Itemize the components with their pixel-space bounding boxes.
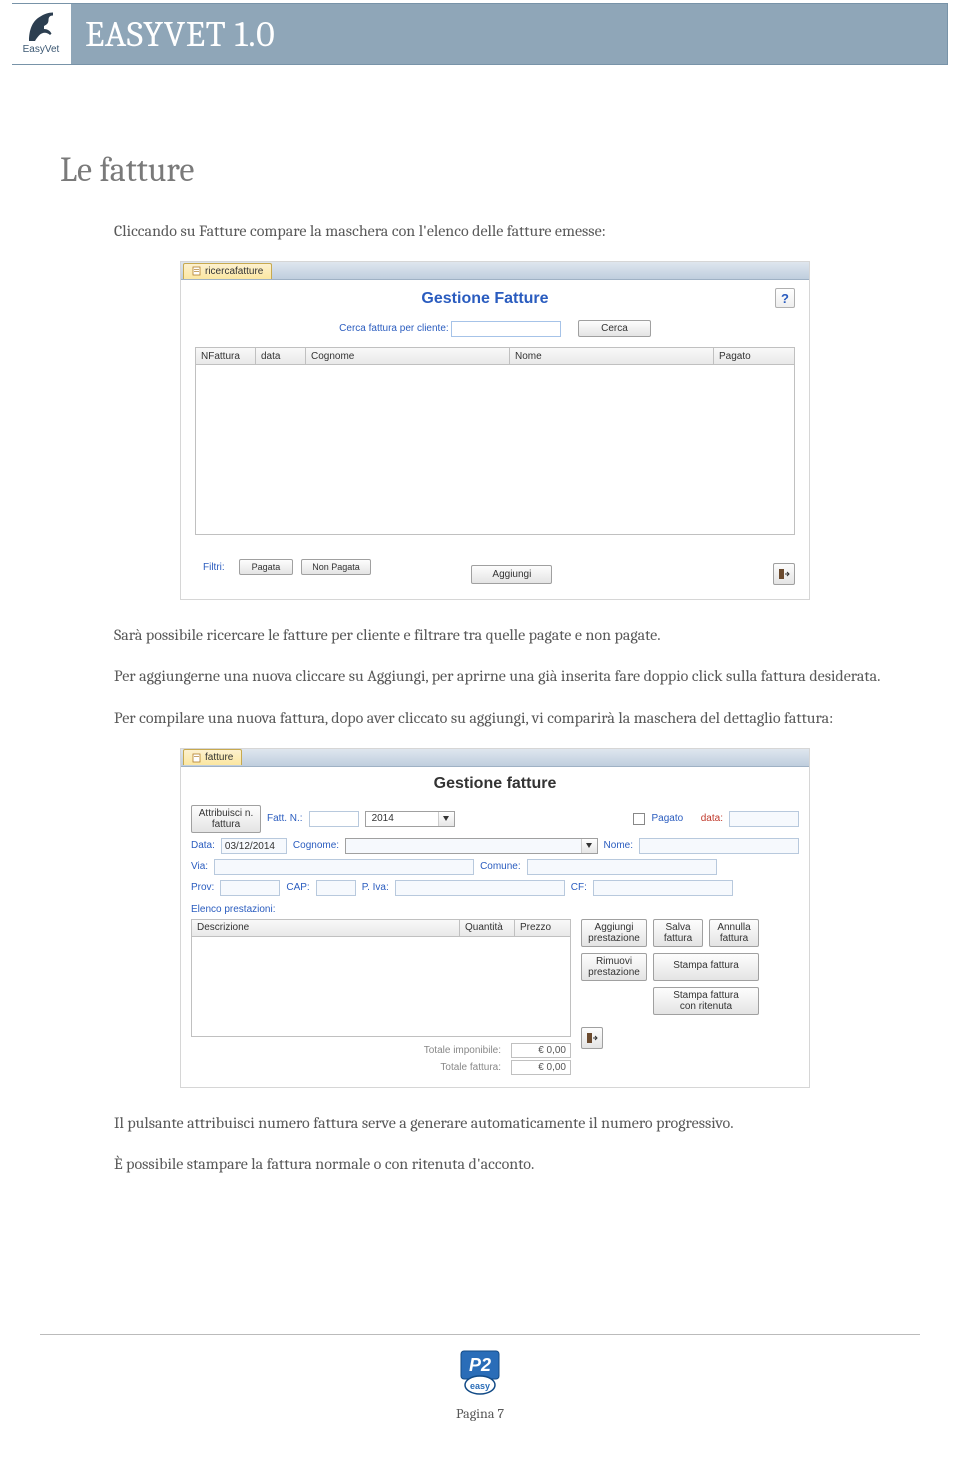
- cf-label: CF:: [571, 882, 587, 893]
- doc-icon: [192, 753, 202, 763]
- piva-label: P. Iva:: [362, 882, 389, 893]
- cerca-button[interactable]: Cerca: [578, 320, 651, 337]
- tot-imp-value: € 0,00: [511, 1043, 571, 1058]
- help-button[interactable]: ?: [775, 288, 795, 308]
- piva-input[interactable]: [395, 880, 565, 896]
- data-input[interactable]: 03/12/2014: [221, 838, 287, 854]
- screenshot-ricerca-fatture: ricercafatture ? Gestione Fatture Cerca …: [180, 261, 810, 600]
- svg-text:easy: easy: [470, 1381, 490, 1391]
- salva-fattura-button[interactable]: Salva fattura: [653, 919, 703, 947]
- fatt-n-input[interactable]: [309, 811, 359, 827]
- pagata-button[interactable]: Pagata: [239, 559, 294, 575]
- app-banner: EasyVet EASYVET 1.0: [12, 3, 948, 65]
- door-exit-icon: [777, 567, 791, 581]
- paragraph: Per aggiungerne una nuova cliccare su Ag…: [114, 665, 900, 688]
- aggiungi-button[interactable]: Aggiungi: [471, 565, 552, 584]
- question-icon: ?: [781, 291, 789, 306]
- window-tab[interactable]: ricercafatture: [183, 263, 272, 279]
- paragraph: Sarà possibile ricercare le fatture per …: [114, 624, 900, 647]
- col-data: data: [256, 348, 306, 364]
- pagato-checkbox[interactable]: [633, 813, 645, 825]
- attribuisci-button[interactable]: Attribuisci n. fattura: [191, 805, 261, 833]
- exit-button[interactable]: [773, 563, 795, 585]
- annulla-fattura-button[interactable]: Annulla fattura: [709, 919, 759, 947]
- mock-title: Gestione fatture: [191, 775, 799, 793]
- door-exit-icon: [585, 1031, 599, 1045]
- rimuovi-prest-button[interactable]: Rimuovi prestazione: [581, 953, 647, 981]
- p2easy-logo: P2 easy: [455, 1349, 505, 1397]
- cap-label: CAP:: [286, 882, 309, 893]
- col-nfattura: NFattura: [196, 348, 256, 364]
- col-nome: Nome: [510, 348, 714, 364]
- doc-icon: [192, 266, 202, 276]
- col-cognome: Cognome: [306, 348, 510, 364]
- col-quantita: Quantità: [460, 920, 515, 936]
- cf-input[interactable]: [593, 880, 733, 896]
- svg-text:P2: P2: [469, 1355, 491, 1375]
- page-footer: P2 easy Pagina 7: [40, 1334, 920, 1422]
- comune-label: Comune:: [480, 861, 521, 872]
- data-label: data:: [701, 813, 723, 824]
- prov-input[interactable]: [220, 880, 280, 896]
- mock-title: Gestione Fatture: [195, 290, 795, 308]
- year-select[interactable]: 2014: [365, 811, 455, 827]
- tot-fat-label: Totale fattura:: [440, 1062, 501, 1073]
- cognome-label: Cognome:: [293, 840, 339, 851]
- prov-label: Prov:: [191, 882, 214, 893]
- non-pagata-button[interactable]: Non Pagata: [301, 559, 371, 575]
- comune-input[interactable]: [527, 859, 717, 875]
- col-prezzo: Prezzo: [515, 920, 570, 936]
- tot-fat-value: € 0,00: [511, 1060, 571, 1075]
- via-input[interactable]: [214, 859, 474, 875]
- via-label: Via:: [191, 861, 208, 872]
- banner-title: EASYVET 1.0: [85, 14, 275, 55]
- logo-label: EasyVet: [23, 44, 60, 55]
- pagato-label: Pagato: [651, 813, 683, 824]
- data2-label: Data:: [191, 840, 215, 851]
- nome-label: Nome:: [604, 840, 633, 851]
- chevron-down-icon: [438, 812, 454, 826]
- paragraph: Per compilare una nuova fattura, dopo av…: [114, 707, 900, 730]
- tab-label: fatture: [205, 752, 233, 763]
- year-value: 2014: [366, 813, 400, 824]
- screenshot-dettaglio-fattura: fatture Gestione fatture Attribuisci n. …: [180, 748, 810, 1088]
- data-pagato-input[interactable]: [729, 811, 799, 827]
- stampa-fattura-button[interactable]: Stampa fattura: [653, 953, 759, 981]
- prest-body[interactable]: [191, 937, 571, 1037]
- stampa-ritenuta-button[interactable]: Stampa fattura con ritenuta: [653, 987, 759, 1015]
- tot-imp-label: Totale imponibile:: [424, 1045, 501, 1056]
- search-label: Cerca fattura per cliente:: [339, 323, 449, 334]
- col-pagato: Pagato: [714, 348, 794, 364]
- filtri-label: Filtri:: [203, 562, 225, 573]
- prest-header: Descrizione Quantità Prezzo: [191, 919, 571, 937]
- easyvet-logo: EasyVet: [11, 4, 71, 64]
- horse-head-icon: [23, 8, 59, 44]
- exit-button[interactable]: [581, 1027, 603, 1049]
- cognome-select[interactable]: [345, 838, 598, 854]
- nome-input[interactable]: [639, 838, 799, 854]
- cap-input[interactable]: [316, 880, 356, 896]
- aggiungi-prest-button[interactable]: Aggiungi prestazione: [581, 919, 647, 947]
- paragraph: È possibile stampare la fattura normale …: [114, 1153, 900, 1176]
- col-descrizione: Descrizione: [192, 920, 460, 936]
- paragraph: Il pulsante attribuisci numero fattura s…: [114, 1112, 900, 1135]
- search-input[interactable]: [451, 321, 561, 337]
- section-heading: Le fatture: [60, 150, 900, 190]
- table-header: NFattura data Cognome Nome Pagato: [195, 347, 795, 365]
- page-number: Pagina 7: [40, 1405, 920, 1422]
- fatt-n-label: Fatt. N.:: [267, 813, 303, 824]
- window-tab[interactable]: fatture: [183, 749, 242, 765]
- table-body[interactable]: [195, 365, 795, 535]
- chevron-down-icon: [581, 839, 597, 853]
- elenco-label: Elenco prestazioni:: [191, 904, 799, 915]
- tab-label: ricercafatture: [205, 266, 263, 277]
- paragraph: Cliccando su Fatture compare la maschera…: [114, 220, 900, 243]
